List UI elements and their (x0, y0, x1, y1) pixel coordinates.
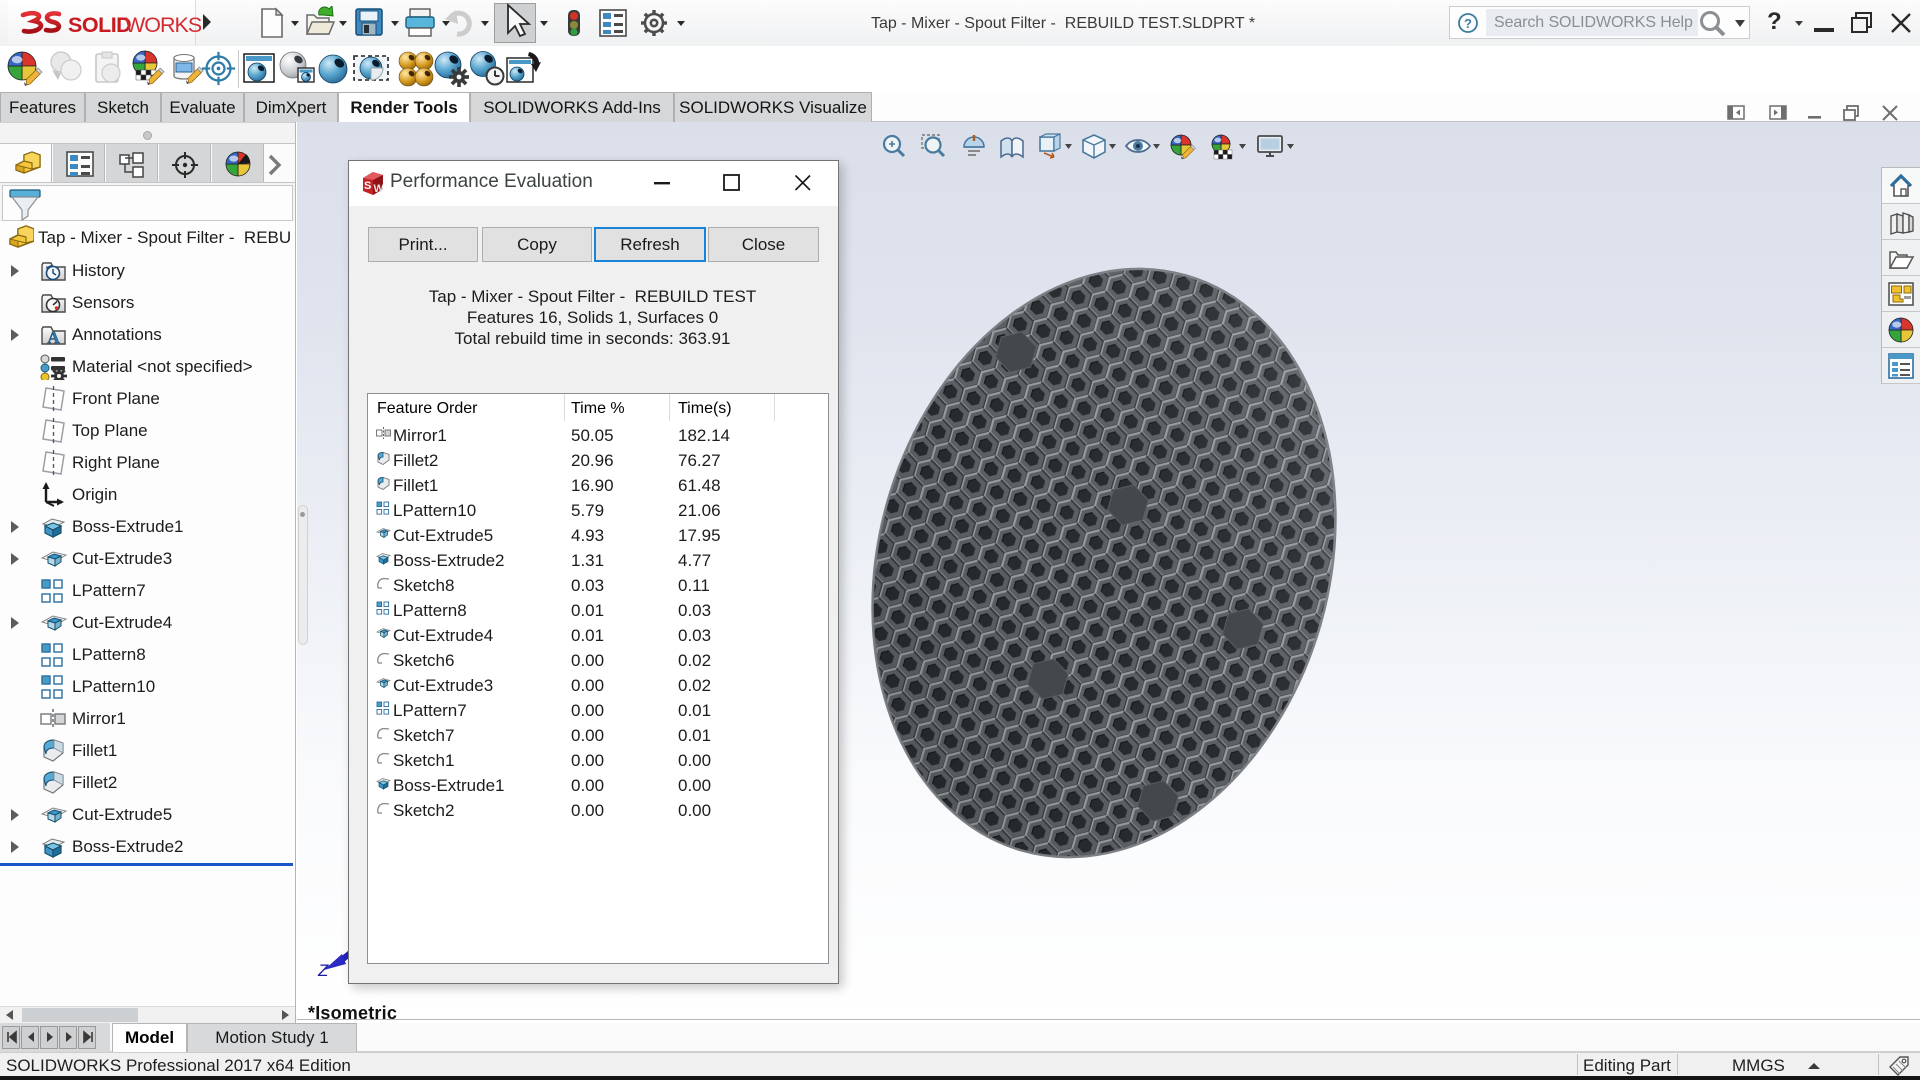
svg-text:?: ? (1464, 16, 1472, 31)
svg-text:Z: Z (317, 961, 329, 980)
svg-text:A: A (47, 328, 60, 347)
svg-text:SOLID: SOLID (68, 13, 131, 37)
svg-text:WORKS: WORKS (125, 13, 201, 37)
svg-text:W: W (374, 183, 385, 195)
svg-text:S: S (364, 180, 371, 192)
